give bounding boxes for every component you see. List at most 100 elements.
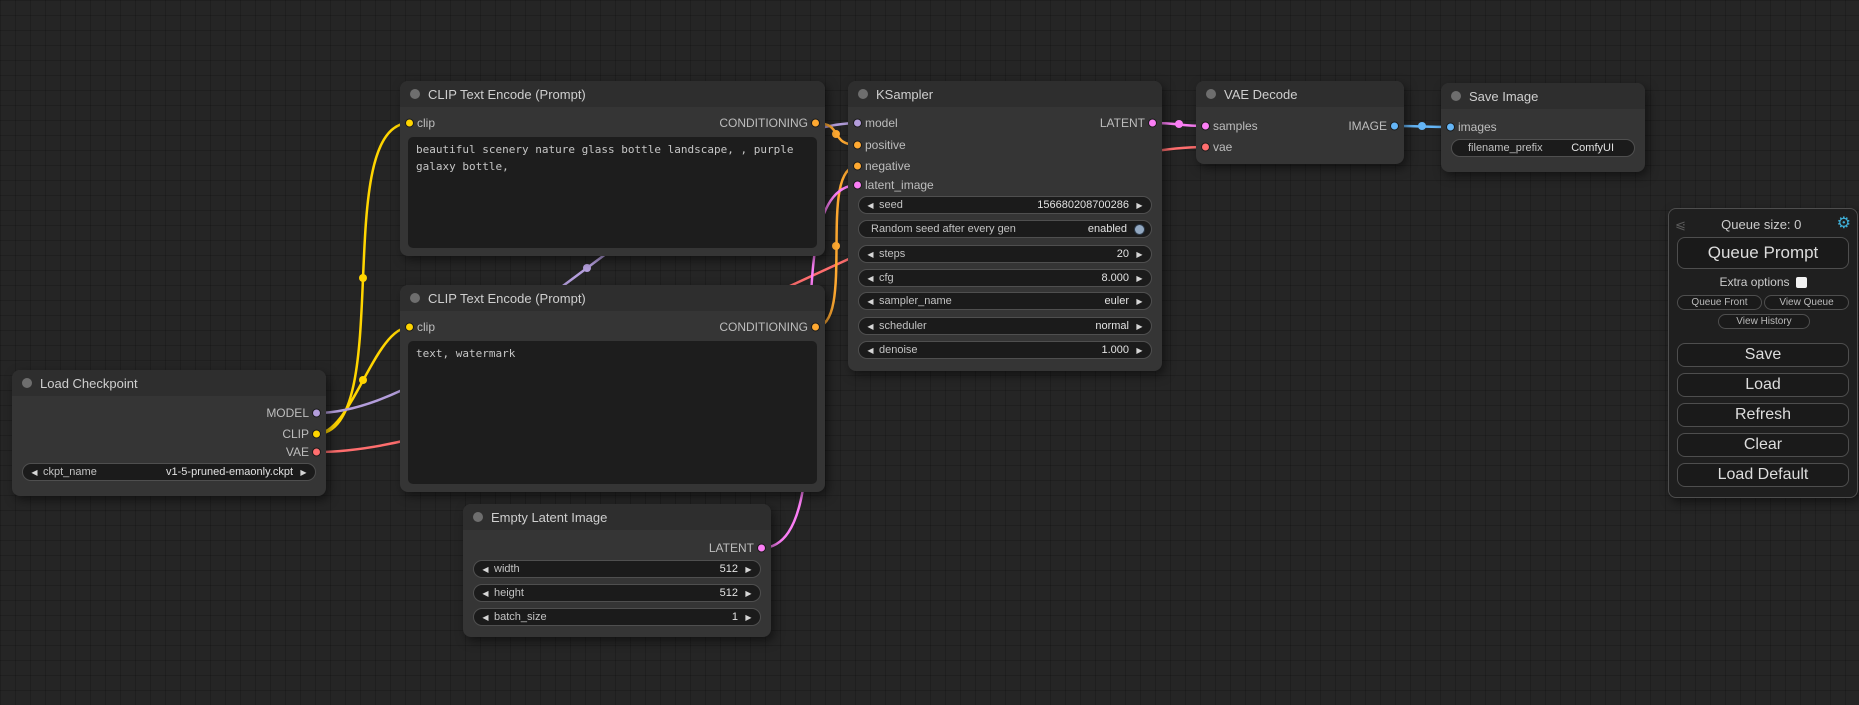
ckpt-name-widget[interactable]: ◀ ckpt_name v1-5-pruned-emaonly.ckpt ▶ (22, 463, 316, 481)
collapse-dot-icon[interactable] (473, 512, 483, 522)
node-title-bar[interactable]: KSampler (848, 81, 1162, 107)
node-title-bar[interactable]: CLIP Text Encode (Prompt) (400, 285, 825, 311)
collapse-dot-icon[interactable] (1451, 91, 1461, 101)
widget-label: scheduler (879, 320, 927, 332)
input-label: clip (417, 320, 435, 334)
node-save-image[interactable]: Save Image images filename_prefix ComfyU… (1441, 83, 1645, 172)
drag-handle-icon[interactable]: ⩿ (1675, 218, 1686, 231)
output-slot-latent[interactable] (757, 544, 766, 553)
node-ksampler[interactable]: KSampler model LATENT positive negative … (848, 81, 1162, 371)
prev-arrow-icon[interactable]: ◀ (865, 297, 876, 306)
seed-widget[interactable]: ◀ seed 156680208700286 ▶ (858, 196, 1152, 214)
node-title-bar[interactable]: VAE Decode (1196, 81, 1404, 107)
comfyui-canvas[interactable]: { "nodes": { "load_checkpoint": { "title… (0, 0, 1859, 705)
width-widget[interactable]: ◀ width 512 ▶ (473, 560, 761, 578)
node-clip-text-encode-negative[interactable]: CLIP Text Encode (Prompt) clip CONDITION… (400, 285, 825, 492)
output-slot-model[interactable] (312, 409, 321, 418)
next-arrow-icon[interactable]: ▶ (1134, 201, 1145, 210)
load-default-button[interactable]: Load Default (1677, 463, 1849, 487)
output-slot-conditioning[interactable] (811, 119, 820, 128)
widget-value: 20 (1117, 248, 1129, 260)
output-slot-conditioning[interactable] (811, 323, 820, 332)
output-label: IMAGE (1348, 119, 1387, 133)
cfg-widget[interactable]: ◀ cfg 8.000 ▶ (858, 269, 1152, 287)
collapse-dot-icon[interactable] (410, 89, 420, 99)
view-history-button[interactable]: View History (1718, 314, 1810, 329)
widget-value: 1 (732, 611, 738, 623)
prompt-textarea[interactable]: beautiful scenery nature glass bottle la… (408, 137, 817, 248)
input-slot-latent-image[interactable] (853, 181, 862, 190)
widget-label: batch_size (494, 611, 547, 623)
save-button[interactable]: Save (1677, 343, 1849, 367)
output-row-clip: CLIP (12, 424, 326, 444)
output-slot-vae[interactable] (312, 448, 321, 457)
collapse-dot-icon[interactable] (858, 89, 868, 99)
prev-arrow-icon[interactable]: ◀ (480, 565, 491, 574)
prev-arrow-icon[interactable]: ◀ (865, 274, 876, 283)
prev-arrow-icon[interactable]: ◀ (865, 346, 876, 355)
node-load-checkpoint[interactable]: Load Checkpoint MODEL CLIP VAE ◀ ckpt_na… (12, 370, 326, 496)
prev-arrow-icon[interactable]: ◀ (865, 201, 876, 210)
filename-prefix-widget[interactable]: filename_prefix ComfyUI (1451, 139, 1635, 157)
output-slot-latent[interactable] (1148, 119, 1157, 128)
input-slot-clip[interactable] (405, 119, 414, 128)
collapse-dot-icon[interactable] (1206, 89, 1216, 99)
widget-label: filename_prefix (1468, 142, 1543, 154)
next-arrow-icon[interactable]: ▶ (1134, 346, 1145, 355)
prev-arrow-icon[interactable]: ◀ (865, 322, 876, 331)
node-vae-decode[interactable]: VAE Decode samples IMAGE vae (1196, 81, 1404, 164)
input-slot-negative[interactable] (853, 162, 862, 171)
input-slot-images[interactable] (1446, 123, 1455, 132)
next-arrow-icon[interactable]: ▶ (1134, 250, 1145, 259)
load-button[interactable]: Load (1677, 373, 1849, 397)
next-arrow-icon[interactable]: ▶ (743, 613, 754, 622)
input-slot-samples[interactable] (1201, 122, 1210, 131)
widget-value: normal (1095, 320, 1129, 332)
denoise-widget[interactable]: ◀ denoise 1.000 ▶ (858, 341, 1152, 359)
prev-arrow-icon[interactable]: ◀ (865, 250, 876, 259)
node-empty-latent-image[interactable]: Empty Latent Image LATENT ◀ width 512 ▶ … (463, 504, 771, 637)
output-slot-clip[interactable] (312, 430, 321, 439)
next-arrow-icon[interactable]: ▶ (743, 565, 754, 574)
widget-label: steps (879, 248, 905, 260)
prev-arrow-icon[interactable]: ◀ (480, 613, 491, 622)
next-arrow-icon[interactable]: ▶ (298, 468, 309, 477)
widget-value: ComfyUI (1571, 142, 1614, 154)
settings-gear-icon[interactable]: ⚙ (1837, 216, 1851, 232)
prev-arrow-icon[interactable]: ◀ (29, 468, 40, 477)
node-title-bar[interactable]: Save Image (1441, 83, 1645, 109)
collapse-dot-icon[interactable] (410, 293, 420, 303)
scheduler-widget[interactable]: ◀ scheduler normal ▶ (858, 317, 1152, 335)
next-arrow-icon[interactable]: ▶ (743, 589, 754, 598)
input-label: images (1458, 120, 1497, 134)
prompt-textarea[interactable]: text, watermark (408, 341, 817, 484)
output-label: VAE (286, 445, 309, 459)
refresh-button[interactable]: Refresh (1677, 403, 1849, 427)
next-arrow-icon[interactable]: ▶ (1134, 297, 1145, 306)
input-label: positive (865, 138, 906, 152)
clear-button[interactable]: Clear (1677, 433, 1849, 457)
queue-prompt-button[interactable]: Queue Prompt (1677, 237, 1849, 269)
prev-arrow-icon[interactable]: ◀ (480, 589, 491, 598)
queue-front-button[interactable]: Queue Front (1677, 295, 1762, 310)
input-slot-vae[interactable] (1201, 143, 1210, 152)
next-arrow-icon[interactable]: ▶ (1134, 274, 1145, 283)
output-slot-image[interactable] (1390, 122, 1399, 131)
node-title-bar[interactable]: Load Checkpoint (12, 370, 326, 396)
random-seed-widget[interactable]: Random seed after every gen enabled (858, 220, 1152, 238)
height-widget[interactable]: ◀ height 512 ▶ (473, 584, 761, 602)
node-title-bar[interactable]: Empty Latent Image (463, 504, 771, 530)
sampler-name-widget[interactable]: ◀ sampler_name euler ▶ (858, 292, 1152, 310)
extra-options-checkbox[interactable] (1796, 277, 1807, 288)
toggle-knob-icon[interactable] (1134, 224, 1145, 235)
batch-size-widget[interactable]: ◀ batch_size 1 ▶ (473, 608, 761, 626)
node-clip-text-encode-positive[interactable]: CLIP Text Encode (Prompt) clip CONDITION… (400, 81, 825, 256)
input-slot-positive[interactable] (853, 141, 862, 150)
steps-widget[interactable]: ◀ steps 20 ▶ (858, 245, 1152, 263)
input-slot-model[interactable] (853, 119, 862, 128)
node-title-bar[interactable]: CLIP Text Encode (Prompt) (400, 81, 825, 107)
input-slot-clip[interactable] (405, 323, 414, 332)
next-arrow-icon[interactable]: ▶ (1134, 322, 1145, 331)
view-queue-button[interactable]: View Queue (1764, 295, 1849, 310)
collapse-dot-icon[interactable] (22, 378, 32, 388)
